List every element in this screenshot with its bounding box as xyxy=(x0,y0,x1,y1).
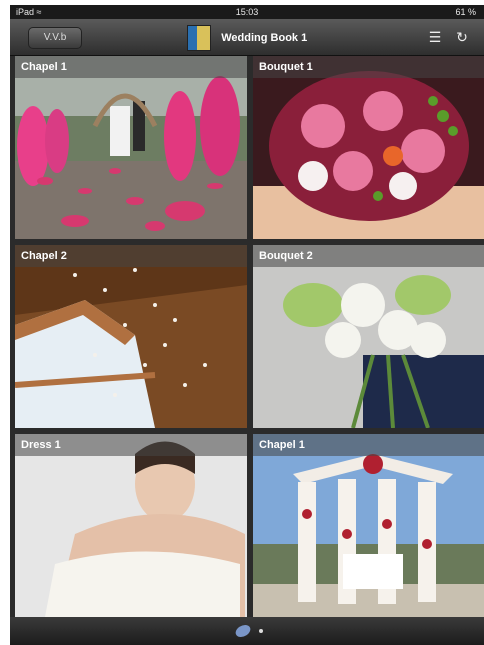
tile-label: Bouquet 1 xyxy=(253,56,484,78)
tile-label: Dress 1 xyxy=(15,434,247,456)
tile-label: Bouquet 2 xyxy=(253,245,484,267)
photo-tile-bouquet-1[interactable]: Bouquet 1 xyxy=(253,56,484,239)
photo-tile-dress-1[interactable]: Dress 1 xyxy=(15,434,247,617)
photo-tile-chapel-2[interactable]: Chapel 2 xyxy=(15,245,247,428)
chapel-1-photo xyxy=(15,56,247,239)
battery-label: 61 % xyxy=(455,7,476,17)
page-thumbnail-icon[interactable] xyxy=(233,625,253,637)
photo-tile-chapel-1b[interactable]: Chapel 1 xyxy=(253,434,484,617)
status-bar: iPad ≈ 15:03 61 % xyxy=(10,5,484,19)
chapel-1b-photo xyxy=(253,434,484,617)
page-indicator-dot xyxy=(259,629,263,633)
ipad-screen: iPad ≈ 15:03 61 % V.V.b Wedding Book 1 ☰… xyxy=(10,5,484,645)
bottom-toolbar xyxy=(10,617,484,645)
tile-label: Chapel 1 xyxy=(253,434,484,456)
photo-grid: Chapel 1 Bouquet 1 Chapel 2 Bouquet 2 Dr… xyxy=(15,56,484,617)
photo-tile-chapel-1[interactable]: Chapel 1 xyxy=(15,56,247,239)
book-icon xyxy=(186,25,211,51)
photo-tile-bouquet-2[interactable]: Bouquet 2 xyxy=(253,245,484,428)
share-icon[interactable]: ☰ xyxy=(426,28,444,46)
dress-1-photo xyxy=(15,434,247,617)
navigation-bar: V.V.b Wedding Book 1 ☰ ↻ xyxy=(10,19,484,56)
chapel-2-photo xyxy=(15,245,247,428)
tile-label: Chapel 2 xyxy=(15,245,247,267)
bouquet-2-photo xyxy=(253,245,484,428)
bouquet-1-photo xyxy=(253,56,484,239)
tile-label: Chapel 1 xyxy=(15,56,247,78)
refresh-icon[interactable]: ↻ xyxy=(453,28,471,46)
page-title: Wedding Book 1 xyxy=(221,32,308,44)
clock: 15:03 xyxy=(235,7,259,17)
title-area: Wedding Book 1 xyxy=(10,25,484,51)
